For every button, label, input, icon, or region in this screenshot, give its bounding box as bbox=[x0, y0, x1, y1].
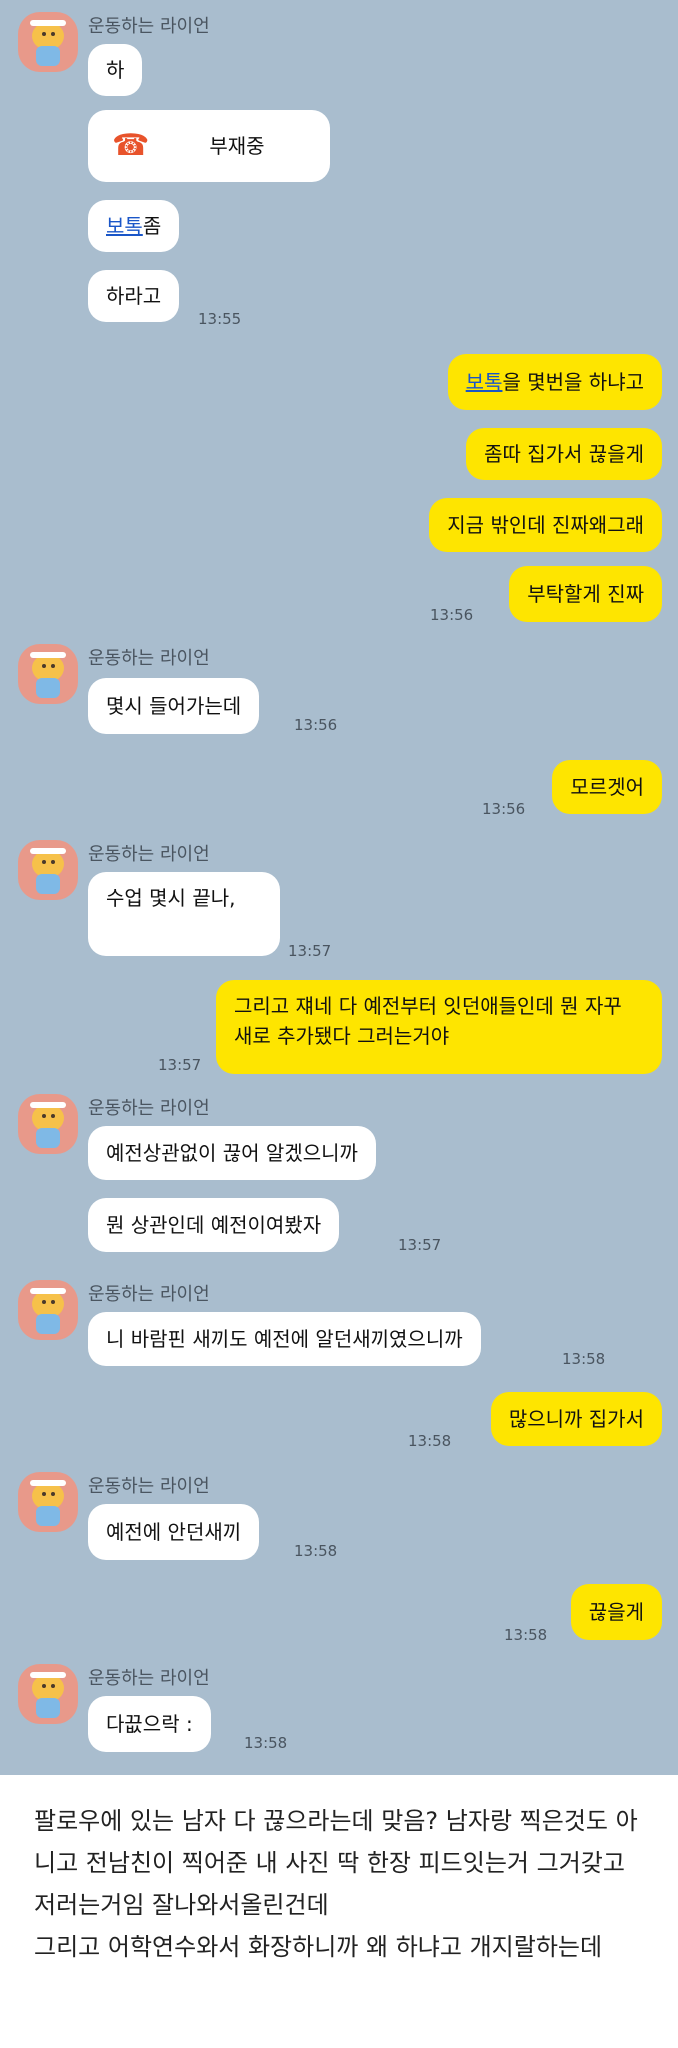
ryan-avatar-icon[interactable] bbox=[18, 1280, 78, 1340]
message-bubble[interactable]: 니 바람핀 새끼도 예전에 알던새끼였으니까 bbox=[88, 1312, 481, 1366]
sender-name: 운동하는 라이언 bbox=[88, 1668, 210, 1689]
message-text: 몇시 들어가는데 bbox=[106, 694, 242, 718]
message-bubble[interactable]: 다끖으락 : bbox=[88, 1696, 211, 1752]
timestamp: 13:58 bbox=[504, 1626, 548, 1644]
missed-call-icon: ☎ bbox=[112, 128, 150, 163]
timestamp: 13:58 bbox=[244, 1734, 288, 1752]
caption-text: 팔로우에 있는 남자 다 끊으라는데 맞음? 남자랑 찍은것도 아니고 전남친이… bbox=[34, 1807, 638, 1961]
message-bubble[interactable]: 예전상관없이 끊어 알겠으니까 bbox=[88, 1126, 376, 1180]
my-message-bubble[interactable]: 좀따 집가서 끊을게 bbox=[466, 428, 662, 480]
message-text: 예전상관없이 끊어 알겠으니까 bbox=[106, 1141, 358, 1165]
ryan-avatar-icon[interactable] bbox=[18, 12, 78, 72]
message-bubble[interactable]: 하 bbox=[88, 44, 143, 96]
my-message-bubble[interactable]: 그리고 쟤네 다 예전부터 잇던애들인데 뭔 자꾸 새로 추가됐다 그러는거야 bbox=[216, 980, 662, 1074]
timestamp: 13:57 bbox=[398, 1236, 442, 1254]
message-bubble[interactable]: 하라고 bbox=[88, 270, 180, 322]
my-message-bubble[interactable]: 지금 밖인데 진짜왜그래 bbox=[429, 498, 662, 552]
message-text: 그리고 쟤네 다 예전부터 잇던애들인데 뭔 자꾸 새로 추가됐다 그러는거야 bbox=[234, 994, 622, 1048]
sender-name: 운동하는 라이언 bbox=[88, 648, 210, 669]
message-text: 수업 몇시 끝나, bbox=[106, 886, 236, 910]
missed-call-label: 부재중 bbox=[209, 134, 265, 158]
sender-name: 운동하는 라이언 bbox=[88, 1098, 210, 1119]
message-text: 부탁할게 진짜 bbox=[527, 582, 644, 606]
my-message-bubble[interactable]: 부탁할게 진짜 bbox=[509, 566, 662, 622]
message-text: 끊을게 bbox=[588, 1600, 644, 1624]
message-text: 지금 밖인데 진짜왜그래 bbox=[447, 513, 644, 537]
message-bubble[interactable]: 예전에 안던새끼 bbox=[88, 1504, 260, 1560]
my-message-bubble[interactable]: 끊을게 bbox=[570, 1584, 662, 1640]
message-bubble[interactable]: 수업 몇시 끝나, bbox=[88, 872, 280, 956]
message-text: 많으니까 집가서 bbox=[508, 1407, 644, 1431]
message-text: 을 몇번을 하냐고 bbox=[502, 370, 644, 394]
ryan-avatar-icon[interactable] bbox=[18, 1664, 78, 1724]
message-text: 하라고 bbox=[106, 284, 162, 308]
timestamp: 13:55 bbox=[198, 310, 242, 328]
ryan-avatar-icon[interactable] bbox=[18, 1094, 78, 1154]
message-text: 예전에 안던새끼 bbox=[106, 1520, 242, 1544]
timestamp: 13:57 bbox=[158, 1056, 202, 1074]
message-text: 좀따 집가서 끊을게 bbox=[484, 442, 644, 466]
sender-name: 운동하는 라이언 bbox=[88, 844, 210, 865]
message-link[interactable]: 보톡 bbox=[466, 367, 503, 397]
message-text: 모르겟어 bbox=[570, 775, 644, 799]
message-text: 니 바람핀 새끼도 예전에 알던새끼였으니까 bbox=[106, 1327, 463, 1351]
message-text: 좀 bbox=[142, 214, 162, 238]
message-bubble[interactable]: 몇시 들어가는데 bbox=[88, 678, 260, 734]
timestamp: 13:56 bbox=[430, 606, 474, 624]
message-text: 다끖으락 : bbox=[106, 1712, 193, 1736]
sender-name: 운동하는 라이언 bbox=[88, 1476, 210, 1497]
ryan-avatar-icon[interactable] bbox=[18, 1472, 78, 1532]
post-caption: 팔로우에 있는 남자 다 끊으라는데 맞음? 남자랑 찍은것도 아니고 전남친이… bbox=[34, 1800, 654, 1968]
timestamp: 13:56 bbox=[482, 800, 526, 818]
my-message-bubble[interactable]: 많으니까 집가서 bbox=[490, 1392, 662, 1446]
ryan-avatar-icon[interactable] bbox=[18, 840, 78, 900]
my-message-bubble[interactable]: 모르겟어 bbox=[552, 760, 662, 814]
chat-area[interactable]: 운동하는 라이언 하 ☎ 부재중 보톡 좀 하라고 13:55 보톡 을 몇번을 하냐… bbox=[0, 0, 678, 1775]
message-text: 뭔 상관인데 예전이여봤자 bbox=[106, 1213, 322, 1237]
timestamp: 13:58 bbox=[562, 1350, 606, 1368]
timestamp: 13:58 bbox=[294, 1542, 338, 1560]
timestamp: 13:57 bbox=[288, 942, 332, 960]
sender-name: 운동하는 라이언 bbox=[88, 16, 210, 37]
message-link[interactable]: 보톡 bbox=[106, 211, 143, 241]
sender-name: 운동하는 라이언 bbox=[88, 1284, 210, 1305]
message-bubble[interactable]: 보톡 좀 bbox=[88, 200, 180, 252]
message-bubble[interactable]: 뭔 상관인데 예전이여봤자 bbox=[88, 1198, 340, 1252]
timestamp: 13:58 bbox=[408, 1432, 452, 1450]
timestamp: 13:56 bbox=[294, 716, 338, 734]
message-text: 하 bbox=[106, 58, 125, 82]
missed-call-bubble[interactable]: ☎ 부재중 bbox=[88, 110, 330, 182]
my-message-bubble[interactable]: 보톡 을 몇번을 하냐고 bbox=[447, 354, 662, 410]
ryan-avatar-icon[interactable] bbox=[18, 644, 78, 704]
